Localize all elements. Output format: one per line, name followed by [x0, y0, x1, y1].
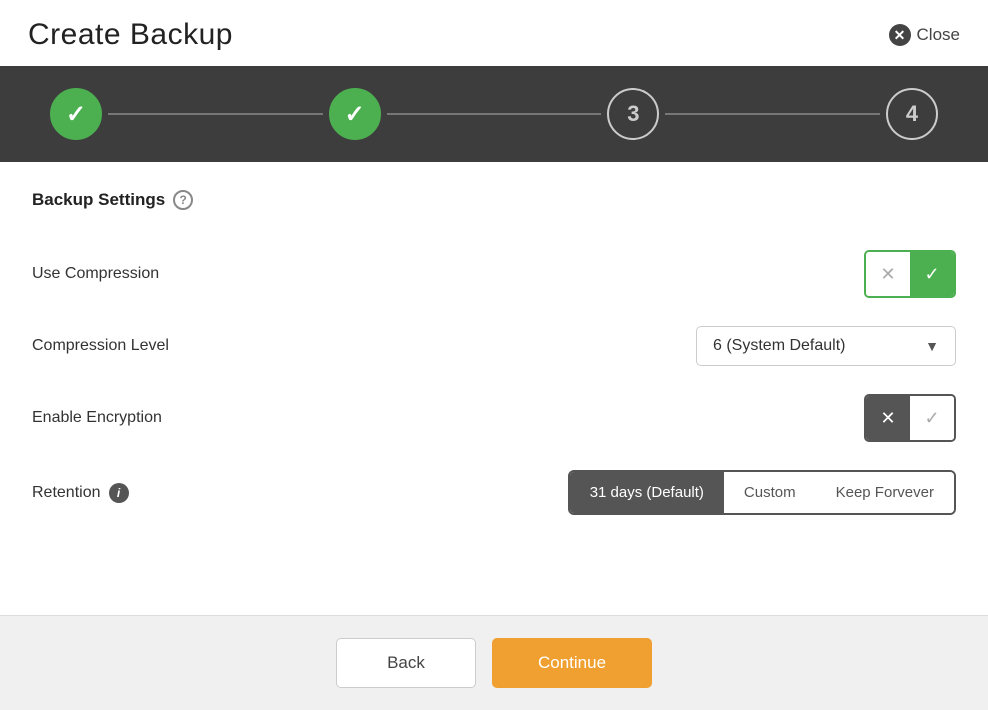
section-title-text: Backup Settings [32, 190, 165, 210]
section-header: Backup Settings ? [32, 190, 956, 210]
use-compression-x-button[interactable]: ✕ [866, 252, 910, 296]
stepper-bar: ✓ ✓ 3 4 [0, 66, 988, 162]
step-4: 4 [886, 88, 938, 140]
retention-row: Retention i 31 days (Default) Custom Kee… [32, 456, 956, 529]
step-line-1 [108, 113, 323, 115]
use-compression-toggle: ✕ ✓ [864, 250, 956, 298]
retention-toggle-group: 31 days (Default) Custom Keep Forvever [568, 470, 956, 515]
enable-encryption-x-button[interactable]: ✕ [866, 396, 910, 440]
compression-level-value: 6 (System Default) [713, 337, 845, 355]
step-3-label: 3 [627, 101, 639, 127]
compression-level-row: Compression Level 6 (System Default) ▼ [32, 312, 956, 380]
enable-encryption-label: Enable Encryption [32, 409, 162, 427]
step-1-check: ✓ [66, 100, 86, 129]
close-button[interactable]: ✕ Close [889, 24, 960, 46]
step-2-check: ✓ [345, 100, 365, 129]
modal-content: Backup Settings ? Use Compression ✕ ✓ Co… [0, 162, 988, 615]
page-title: Create Backup [28, 18, 233, 52]
enable-encryption-toggle: ✕ ✓ [864, 394, 956, 442]
enable-encryption-check-button[interactable]: ✓ [910, 396, 954, 440]
step-line-2 [387, 113, 602, 115]
continue-button[interactable]: Continue [492, 638, 652, 688]
step-3: 3 [607, 88, 659, 140]
retention-custom-button[interactable]: Custom [724, 472, 816, 513]
dropdown-arrow-icon: ▼ [925, 338, 939, 354]
retention-label: Retention i [32, 483, 129, 503]
stepper-wrapper: ✓ ✓ 3 4 [50, 88, 938, 140]
step-1: ✓ [50, 88, 102, 140]
modal-footer: Back Continue [0, 615, 988, 710]
enable-encryption-row: Enable Encryption ✕ ✓ [32, 380, 956, 456]
use-compression-row: Use Compression ✕ ✓ [32, 236, 956, 312]
modal-header: Create Backup ✕ Close [0, 0, 988, 66]
close-label: Close [917, 25, 960, 45]
retention-forever-button[interactable]: Keep Forvever [816, 472, 954, 513]
use-compression-check-button[interactable]: ✓ [910, 252, 954, 296]
step-4-label: 4 [906, 101, 918, 127]
compression-level-dropdown[interactable]: 6 (System Default) ▼ [696, 326, 956, 366]
compression-level-label: Compression Level [32, 337, 169, 355]
use-compression-label: Use Compression [32, 265, 159, 283]
section-help-icon[interactable]: ? [173, 190, 193, 210]
step-line-3 [665, 113, 880, 115]
step-2: ✓ [329, 88, 381, 140]
back-button[interactable]: Back [336, 638, 476, 688]
close-icon: ✕ [889, 24, 911, 46]
retention-default-button[interactable]: 31 days (Default) [570, 472, 724, 513]
modal: Create Backup ✕ Close ✓ ✓ 3 4 [0, 0, 988, 710]
retention-info-icon[interactable]: i [109, 483, 129, 503]
